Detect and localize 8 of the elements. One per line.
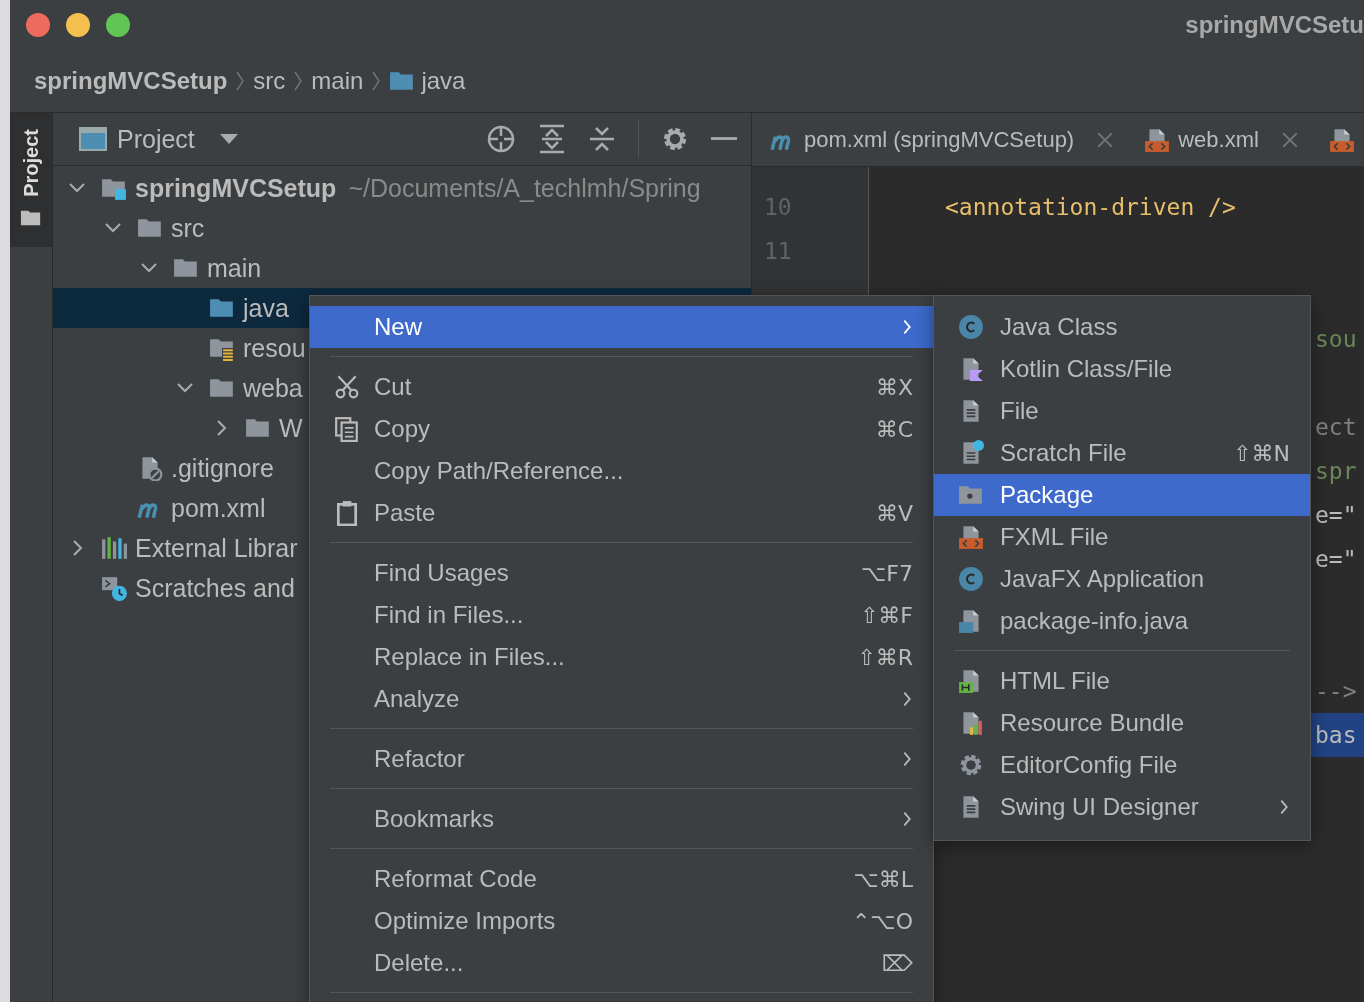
code-line: spr — [1314, 457, 1358, 486]
window-title: springMVCSetu — [1185, 11, 1364, 39]
code-line: e=" — [1314, 545, 1358, 574]
code-line: <annotation-driven /> — [945, 194, 1236, 220]
code-line: sou — [1314, 325, 1358, 354]
code-line: e=" — [1314, 501, 1358, 530]
code-line: ect — [1314, 413, 1358, 442]
code-line: --> — [1314, 677, 1358, 706]
